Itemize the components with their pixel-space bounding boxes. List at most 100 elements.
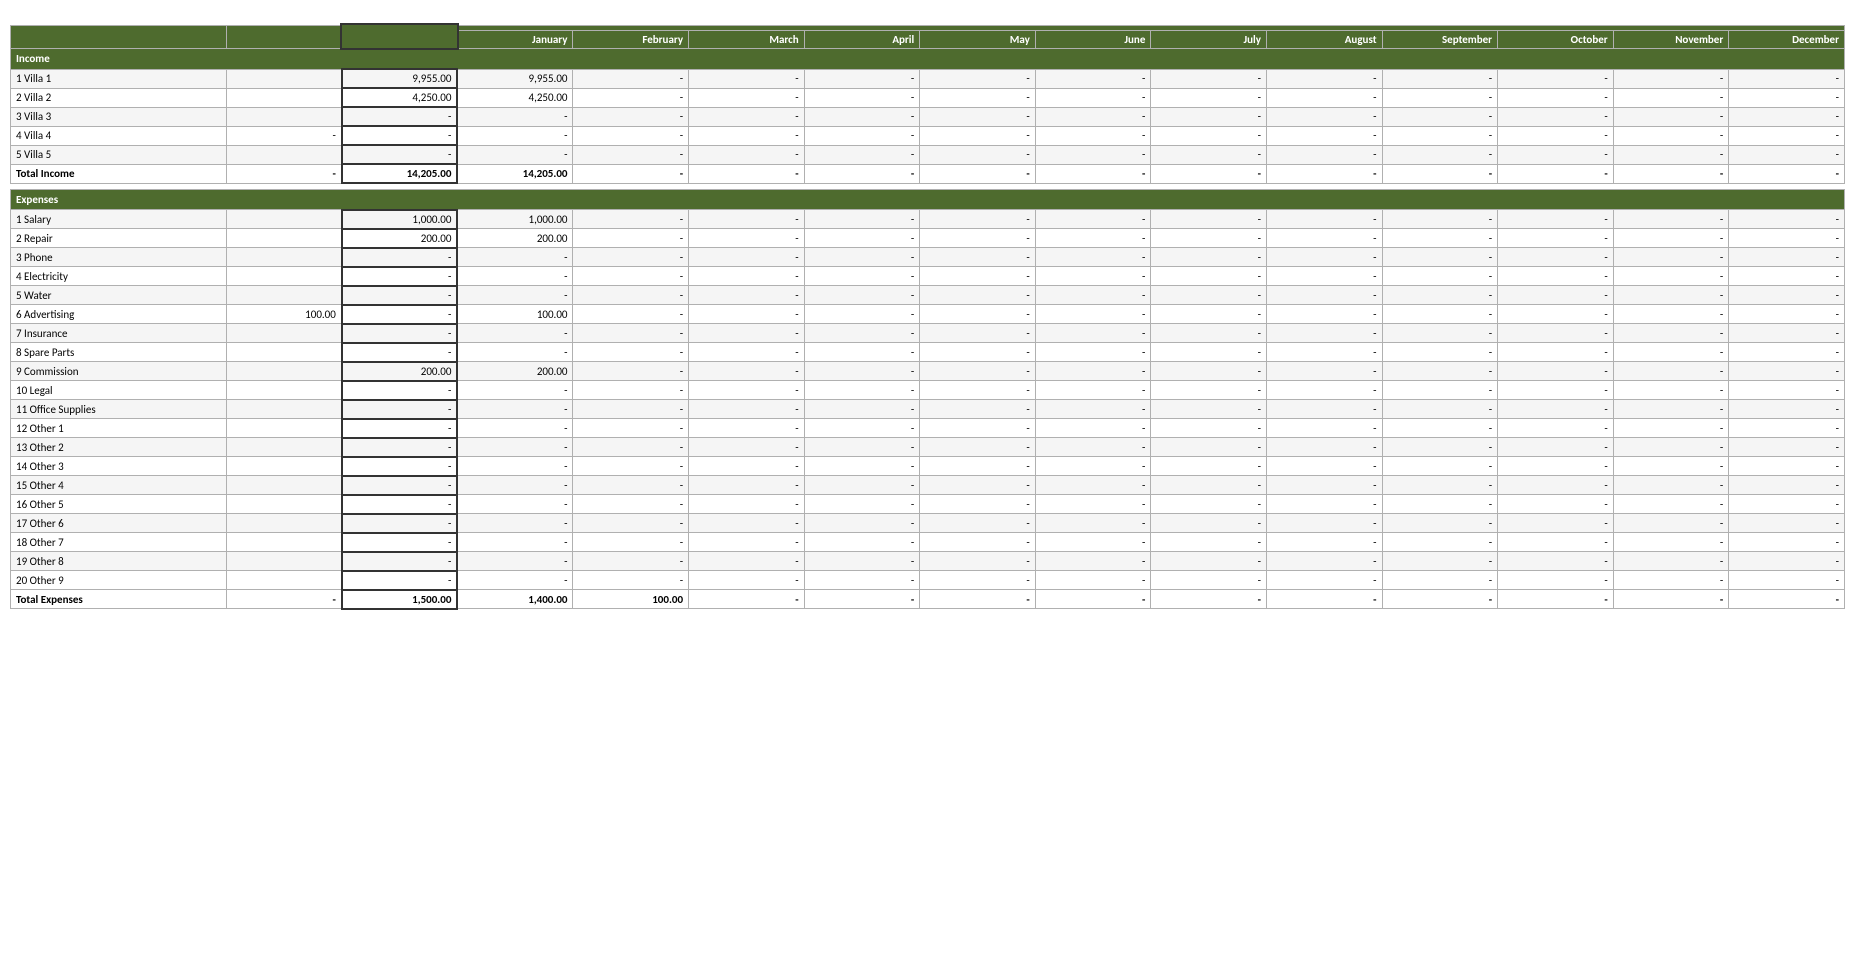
cell-dec: -: [1729, 571, 1845, 590]
cell-oct: -: [1498, 362, 1614, 381]
cell-name: 11 Office Supplies: [11, 400, 227, 419]
cell-mar: -: [689, 69, 805, 88]
total-cell-label: Total Income: [11, 164, 227, 183]
cell-feb: -: [573, 457, 689, 476]
cell-budget: [226, 514, 342, 533]
cell-sep: -: [1382, 229, 1498, 248]
cell-oct: -: [1498, 210, 1614, 229]
cell-dec: -: [1729, 305, 1845, 324]
cell-actual: -: [342, 286, 458, 305]
cell-may: -: [920, 419, 1036, 438]
table-row: 9 Commission200.00200.00-----------: [11, 362, 1845, 381]
table-row: 11 Office Supplies-------------: [11, 400, 1845, 419]
cell-apr: -: [804, 88, 920, 107]
cell-sep: -: [1382, 145, 1498, 164]
cell-mar: -: [689, 495, 805, 514]
cell-apr: -: [804, 229, 920, 248]
cell-sep: -: [1382, 248, 1498, 267]
cell-apr: -: [804, 457, 920, 476]
cell-jan: -: [457, 126, 573, 145]
cell-jul: -: [1151, 552, 1267, 571]
cell-feb: -: [573, 438, 689, 457]
cell-jul: -: [1151, 305, 1267, 324]
cell-sep: -: [1382, 400, 1498, 419]
cell-nov: -: [1613, 126, 1729, 145]
month-header-november: November: [1613, 30, 1729, 48]
cell-name: 12 Other 1: [11, 419, 227, 438]
cell-feb: -: [573, 229, 689, 248]
cell-aug: -: [1266, 88, 1382, 107]
cell-actual: -: [342, 381, 458, 400]
cell-budget: [226, 362, 342, 381]
cell-budget: [226, 457, 342, 476]
cell-jun: -: [1035, 343, 1151, 362]
cell-aug: -: [1266, 145, 1382, 164]
cell-jan: -: [457, 107, 573, 126]
cell-feb: -: [573, 88, 689, 107]
cell-may: -: [920, 343, 1036, 362]
cell-sep: -: [1382, 343, 1498, 362]
cell-mar: -: [689, 552, 805, 571]
cell-mar: -: [689, 305, 805, 324]
cell-name: 15 Other 4: [11, 476, 227, 495]
cell-jun: -: [1035, 69, 1151, 88]
cell-actual: -: [342, 107, 458, 126]
cell-aug: -: [1266, 229, 1382, 248]
cell-dec: -: [1729, 267, 1845, 286]
cell-jan: 100.00: [457, 305, 573, 324]
cell-jun: -: [1035, 571, 1151, 590]
cell-nov: -: [1613, 400, 1729, 419]
cell-dec: -: [1729, 343, 1845, 362]
cell-actual: -: [342, 267, 458, 286]
cell-actual: -: [342, 248, 458, 267]
cell-feb: -: [573, 305, 689, 324]
cell-nov: -: [1613, 210, 1729, 229]
cell-name: 4 Villa 4: [11, 126, 227, 145]
cell-nov: -: [1613, 476, 1729, 495]
cell-budget: [226, 267, 342, 286]
cell-name: 6 Advertising: [11, 305, 227, 324]
cell-jun: -: [1035, 400, 1151, 419]
cell-budget: [226, 69, 342, 88]
cell-aug: -: [1266, 107, 1382, 126]
cell-jun: -: [1035, 419, 1151, 438]
cell-jun: -: [1035, 552, 1151, 571]
cell-jul: -: [1151, 229, 1267, 248]
total-cell-feb: -: [573, 164, 689, 183]
cell-dec: -: [1729, 400, 1845, 419]
cell-jan: -: [457, 476, 573, 495]
cell-oct: -: [1498, 88, 1614, 107]
cell-nov: -: [1613, 88, 1729, 107]
cell-sep: -: [1382, 324, 1498, 343]
cell-aug: -: [1266, 400, 1382, 419]
month-header-june: June: [1035, 30, 1151, 48]
cell-budget: [226, 229, 342, 248]
cell-budget: [226, 400, 342, 419]
cell-budget: [226, 381, 342, 400]
cell-aug: -: [1266, 362, 1382, 381]
total-cell-dec: -: [1729, 590, 1845, 609]
total-cell-aug: -: [1266, 590, 1382, 609]
total-cell-may: -: [920, 590, 1036, 609]
cell-aug: -: [1266, 286, 1382, 305]
table-row: 13 Other 2-------------: [11, 438, 1845, 457]
cell-actual: -: [342, 514, 458, 533]
cell-nov: -: [1613, 107, 1729, 126]
cell-nov: -: [1613, 495, 1729, 514]
cell-apr: -: [804, 495, 920, 514]
cell-jan: -: [457, 438, 573, 457]
total-cell-jun: -: [1035, 590, 1151, 609]
cell-dec: -: [1729, 210, 1845, 229]
cell-dec: -: [1729, 552, 1845, 571]
cell-jul: -: [1151, 362, 1267, 381]
cell-feb: -: [573, 69, 689, 88]
cell-sep: -: [1382, 267, 1498, 286]
cell-feb: -: [573, 324, 689, 343]
cell-may: -: [920, 107, 1036, 126]
cell-aug: -: [1266, 267, 1382, 286]
cell-jun: -: [1035, 362, 1151, 381]
cell-feb: -: [573, 476, 689, 495]
cell-may: -: [920, 229, 1036, 248]
cell-jan: -: [457, 419, 573, 438]
cell-apr: -: [804, 69, 920, 88]
